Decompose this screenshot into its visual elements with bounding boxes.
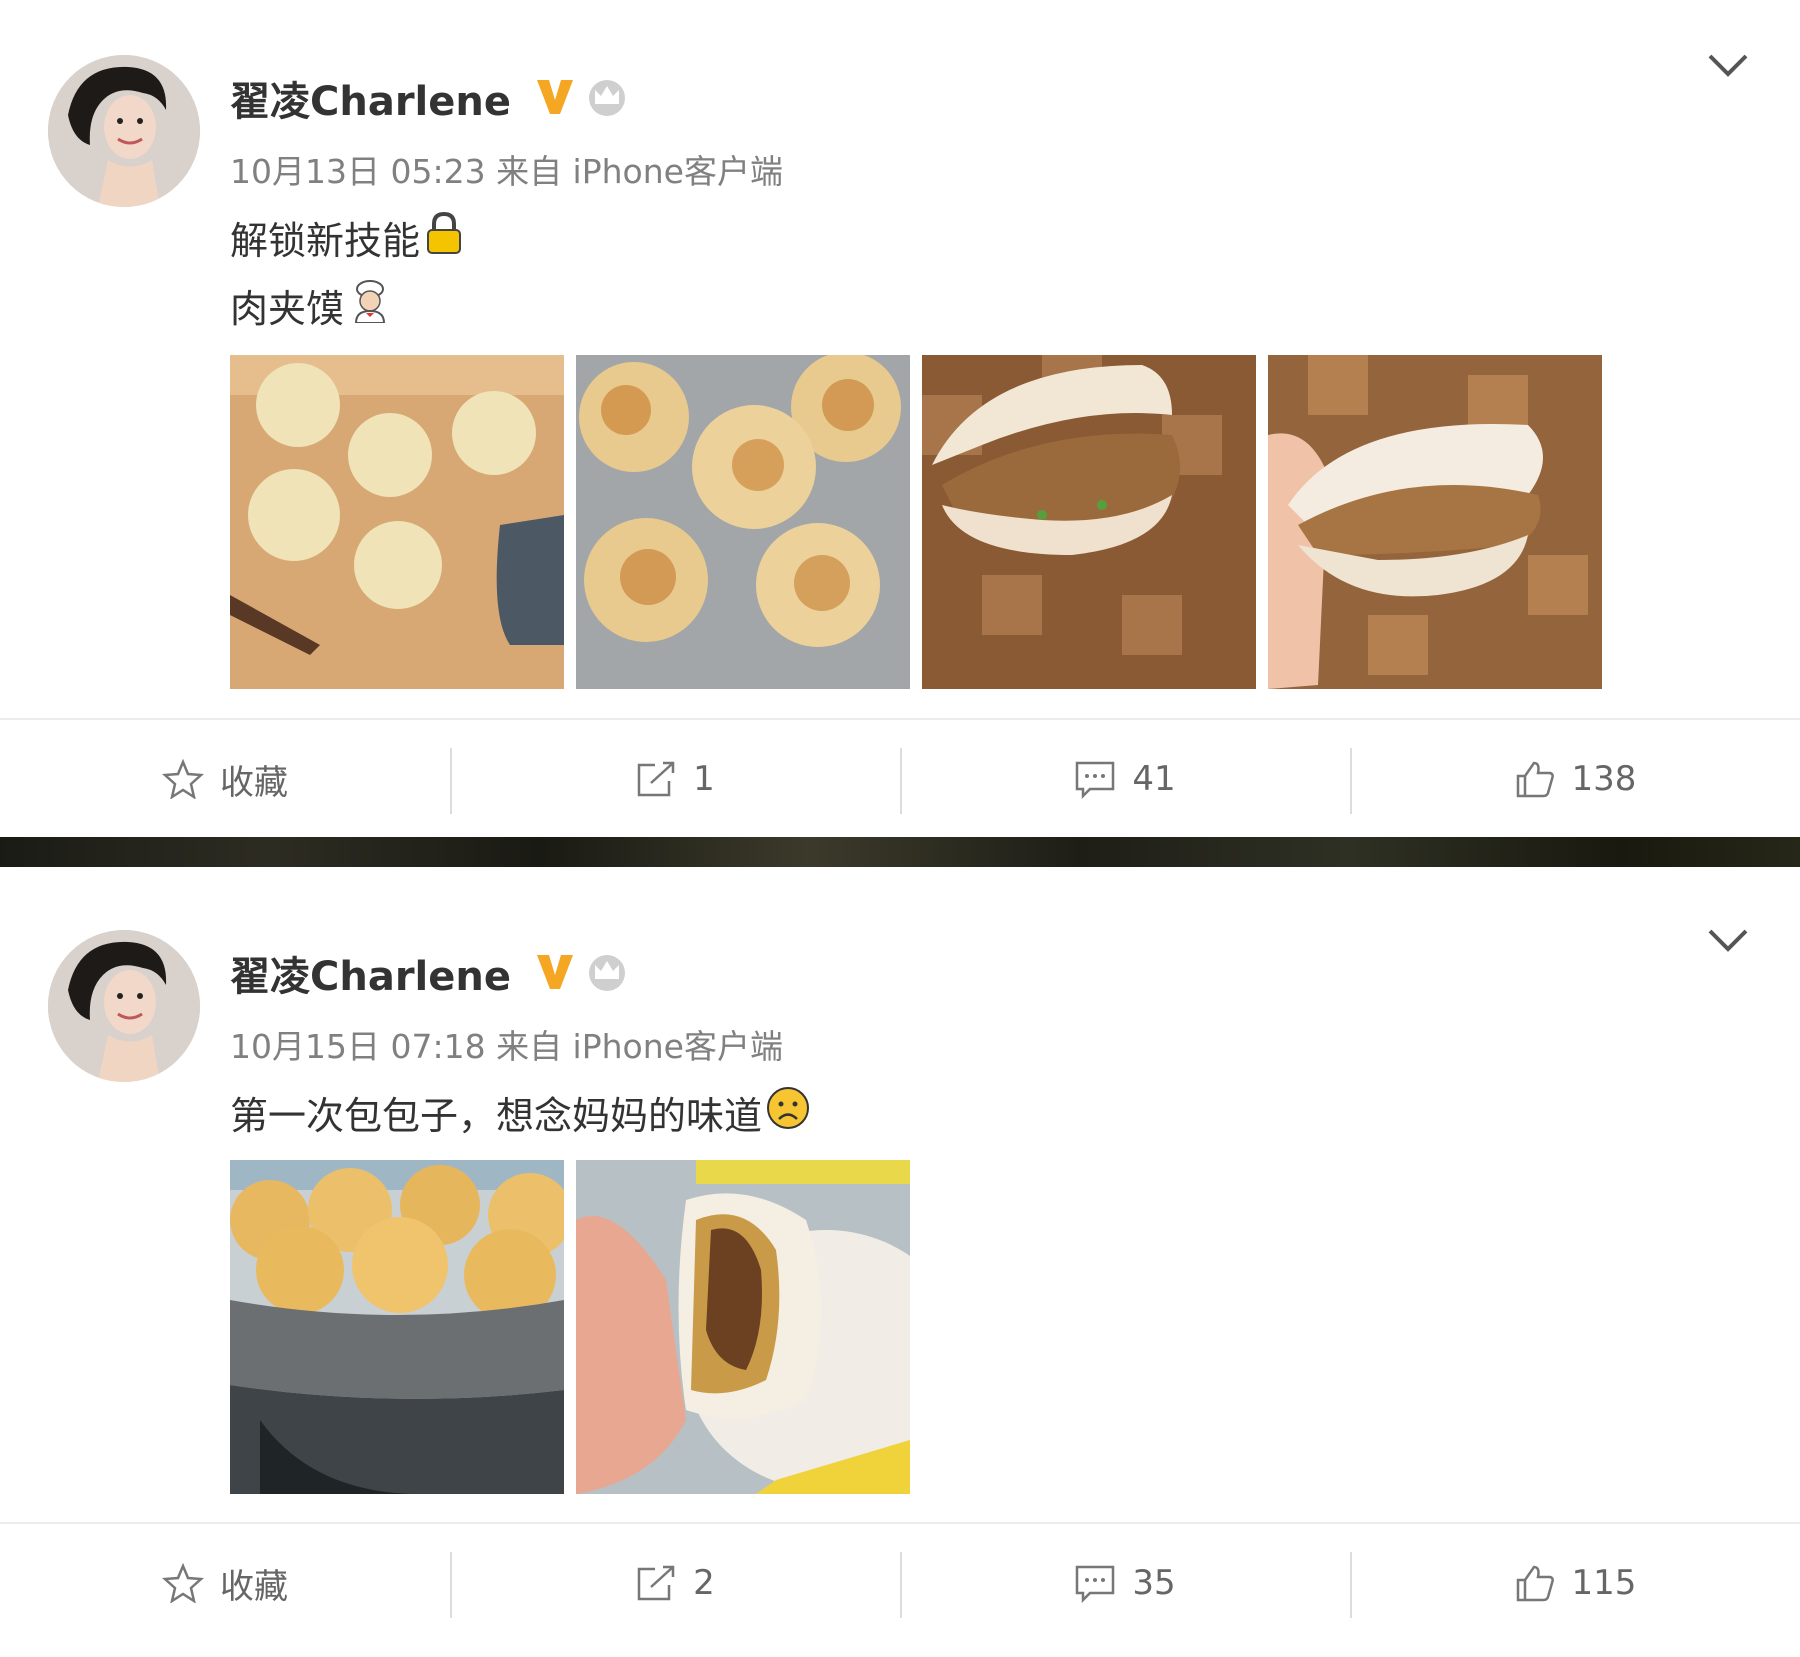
comment-icon	[1076, 761, 1115, 799]
favorite-label: 收藏	[220, 1566, 288, 1607]
verified-v-icon	[533, 74, 577, 122]
comment-count: 41	[1132, 759, 1176, 799]
thumbs-up-icon	[1516, 1565, 1554, 1602]
weibo-post: 翟凌Charlene 10月15日 07:18 来自 iPhone客户端 第一次…	[0, 867, 1800, 1657]
repost-count: 1	[693, 759, 715, 799]
comment-button[interactable]: 41	[900, 744, 1350, 814]
sad-face-emoji-icon	[766, 1086, 810, 1139]
comment-button[interactable]: 35	[900, 1548, 1350, 1618]
repost-button[interactable]: 1	[450, 744, 900, 814]
star-icon	[162, 1563, 204, 1603]
favorite-button[interactable]: 收藏	[0, 1548, 450, 1618]
image-grid	[230, 1160, 922, 1494]
weibo-post: 翟凌Charlene 10月13日 05:23 来自 iPhone客户端 解锁新…	[0, 0, 1800, 837]
action-bar: 收藏 1 41 138	[0, 718, 1800, 838]
post-image[interactable]	[576, 1160, 910, 1494]
author-row: 翟凌Charlene	[230, 66, 629, 130]
post-meta: 10月13日 05:23 来自 iPhone客户端	[230, 152, 783, 191]
crown-icon	[585, 74, 629, 122]
post-text-line: 第一次包包子，想念妈妈的味道	[230, 1085, 810, 1140]
comment-icon	[1076, 1565, 1115, 1603]
post-image[interactable]	[230, 1160, 564, 1494]
post-text-line: 解锁新技能	[230, 210, 464, 265]
star-icon	[162, 759, 204, 799]
repost-icon	[637, 761, 675, 797]
author-name[interactable]: 翟凌Charlene	[230, 69, 511, 127]
post-meta: 10月15日 07:18 来自 iPhone客户端	[230, 1027, 783, 1066]
repost-count: 2	[693, 1563, 715, 1603]
thumbs-up-icon	[1516, 761, 1554, 798]
chevron-down-icon[interactable]	[1706, 925, 1750, 959]
author-row: 翟凌Charlene	[230, 941, 629, 1005]
post-image[interactable]	[230, 355, 564, 689]
repost-icon	[637, 1565, 675, 1601]
verified-v-icon	[533, 949, 577, 997]
repost-button[interactable]: 2	[450, 1548, 900, 1618]
post-text-line: 肉夹馍	[230, 278, 392, 333]
favorite-button[interactable]: 收藏	[0, 744, 450, 814]
action-bar: 收藏 2 35 115	[0, 1522, 1800, 1642]
post-image[interactable]	[576, 355, 910, 689]
post-image[interactable]	[922, 355, 1256, 689]
like-count: 138	[1571, 759, 1637, 799]
like-count: 115	[1571, 1563, 1637, 1603]
post-image[interactable]	[1268, 355, 1602, 689]
favorite-label: 收藏	[220, 762, 288, 803]
author-name[interactable]: 翟凌Charlene	[230, 944, 511, 1002]
author-avatar[interactable]	[48, 930, 200, 1082]
comment-count: 35	[1132, 1563, 1176, 1603]
like-button[interactable]: 115	[1350, 1548, 1800, 1618]
chef-emoji-icon	[348, 279, 392, 332]
image-grid	[230, 355, 1614, 689]
post-divider	[0, 837, 1800, 867]
lock-emoji-icon	[424, 211, 464, 264]
chevron-down-icon[interactable]	[1706, 50, 1750, 84]
like-button[interactable]: 138	[1350, 744, 1800, 814]
author-avatar[interactable]	[48, 55, 200, 207]
crown-icon	[585, 949, 629, 997]
